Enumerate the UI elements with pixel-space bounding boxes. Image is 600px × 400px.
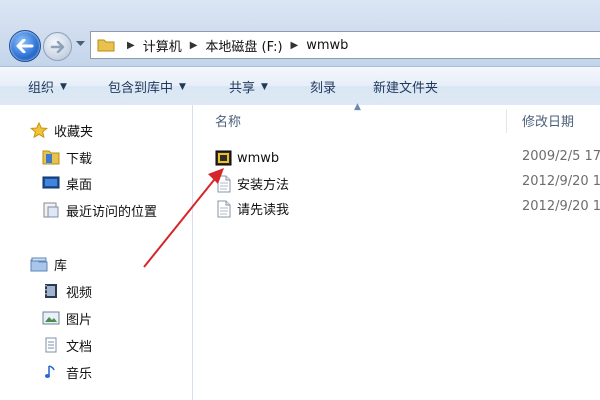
library-icon	[30, 257, 48, 272]
chevron-right-icon[interactable]: ▶	[127, 40, 135, 51]
caret-down-icon: ▼	[60, 81, 67, 92]
downloads-folder-icon	[42, 150, 60, 165]
folder-icon	[97, 39, 115, 52]
video-icon	[45, 284, 57, 298]
address-bar[interactable]: ▶ 计算机 ▶ 本地磁盘 (F:) ▶ wmwb	[90, 31, 600, 59]
file-name: wmwb	[237, 150, 280, 166]
recent-places-icon	[43, 202, 59, 218]
back-button[interactable]	[9, 30, 41, 62]
pictures-icon	[42, 311, 60, 325]
share-label: 共享	[229, 81, 256, 96]
command-bar: 组织 ▼ 包含到库中 ▼ 共享 ▼ 刻录 新建文件夹	[0, 66, 600, 106]
nav-documents[interactable]: 文档	[42, 334, 92, 356]
file-name: 请先读我	[237, 203, 290, 218]
nav-libraries-label: 库	[54, 258, 68, 274]
nav-documents-label: 文档	[66, 339, 93, 355]
nav-downloads-label: 下载	[66, 151, 93, 167]
arrow-left-icon	[16, 39, 34, 53]
music-note-icon	[44, 365, 55, 378]
file-row[interactable]: 安装方法 2012/9/20 1	[193, 172, 600, 194]
nav-downloads[interactable]: 下载	[42, 146, 92, 168]
desktop-icon	[42, 176, 60, 189]
column-divider[interactable]	[506, 109, 507, 133]
nav-desktop[interactable]: 桌面	[42, 172, 92, 194]
title-bar: ▶ 计算机 ▶ 本地磁盘 (F:) ▶ wmwb	[0, 0, 600, 66]
chevron-down-icon	[75, 41, 85, 46]
nav-recent-places-label: 最近访问的位置	[66, 204, 158, 220]
new-folder-label: 新建文件夹	[373, 81, 439, 96]
nav-music-label: 音乐	[66, 366, 93, 382]
file-name-cell[interactable]: 安装方法	[215, 174, 289, 193]
nav-recent-places[interactable]: 最近访问的位置	[42, 199, 157, 221]
organize-label: 组织	[28, 81, 55, 96]
file-name: 安装方法	[237, 178, 290, 193]
nav-libraries[interactable]: 库	[30, 253, 67, 275]
file-date: 2009/2/5 17	[522, 149, 600, 164]
nav-pictures-label: 图片	[66, 312, 93, 328]
recent-pages-dropdown[interactable]	[74, 38, 86, 50]
caret-down-icon: ▼	[261, 81, 268, 92]
breadcrumb-drive[interactable]: 本地磁盘 (F:)	[205, 36, 282, 55]
file-date: 2012/9/20 1	[522, 174, 600, 189]
nav-pictures[interactable]: 图片	[42, 307, 92, 329]
app-icon	[215, 150, 232, 166]
caret-down-icon: ▼	[179, 81, 186, 92]
nav-videos[interactable]: 视频	[42, 280, 92, 302]
file-row[interactable]: wmwb 2009/2/5 17	[193, 147, 600, 169]
nav-favorites[interactable]: 收藏夹	[30, 119, 93, 141]
sort-ascending-icon: ▲	[354, 102, 361, 112]
text-file-icon	[217, 200, 231, 217]
file-name-cell[interactable]: 请先读我	[215, 199, 289, 218]
arrow-right-icon	[50, 40, 65, 53]
column-name-label: 名称	[215, 114, 242, 130]
breadcrumb-folder[interactable]: wmwb	[306, 38, 348, 53]
chevron-right-icon[interactable]: ▶	[291, 40, 299, 51]
include-in-library-label: 包含到库中	[108, 81, 174, 96]
include-in-library-menu[interactable]: 包含到库中 ▼	[108, 77, 186, 96]
burn-label: 刻录	[310, 81, 337, 96]
documents-icon	[45, 337, 57, 353]
star-icon	[30, 122, 48, 138]
file-date: 2012/9/20 1	[522, 199, 600, 214]
nav-music[interactable]: 音乐	[42, 361, 92, 383]
chevron-right-icon[interactable]: ▶	[190, 40, 198, 51]
column-header-date-modified[interactable]: 修改日期	[522, 105, 574, 135]
text-file-icon	[217, 175, 231, 192]
new-folder-button[interactable]: 新建文件夹	[373, 77, 438, 96]
share-menu[interactable]: 共享 ▼	[229, 77, 268, 96]
forward-button[interactable]	[43, 32, 72, 61]
nav-videos-label: 视频	[66, 285, 93, 301]
column-header-name[interactable]: 名称	[215, 105, 241, 135]
file-list: ▲ 名称 修改日期 wmwb 2009/2/5 17 安装方法 2012/9/2…	[193, 102, 600, 400]
breadcrumb-computer[interactable]: 计算机	[143, 36, 182, 55]
organize-menu[interactable]: 组织 ▼	[28, 77, 67, 96]
navigation-pane: 收藏夹 下载 桌面 最近访问的位置 库 视频 图片 文档 音乐	[0, 105, 193, 400]
column-date-label: 修改日期	[522, 114, 575, 130]
nav-desktop-label: 桌面	[66, 177, 93, 193]
nav-favorites-label: 收藏夹	[54, 124, 94, 140]
file-name-cell[interactable]: wmwb	[215, 149, 279, 167]
file-row[interactable]: 请先读我 2012/9/20 1	[193, 197, 600, 219]
burn-button[interactable]: 刻录	[310, 77, 336, 96]
